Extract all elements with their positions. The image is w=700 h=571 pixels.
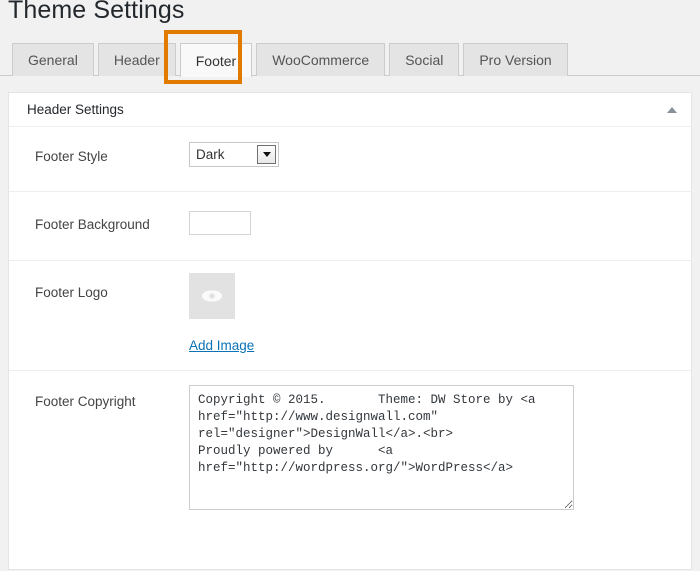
- tab-footer[interactable]: Footer: [179, 43, 253, 77]
- field-row-footer-copyright: Footer Copyright Copyright © 2015. Theme…: [9, 371, 691, 569]
- footer-background-input[interactable]: [189, 211, 251, 235]
- footer-background-field: [189, 192, 691, 235]
- footer-copyright-label: Footer Copyright: [35, 394, 136, 409]
- footer-style-label: Footer Style: [35, 149, 108, 164]
- tab-list: General Header Footer WooCommerce Social…: [0, 40, 700, 77]
- eye-icon: [202, 290, 222, 302]
- footer-style-value: Dark: [196, 147, 225, 162]
- tab-pro-version-label: Pro Version: [479, 52, 552, 68]
- tab-woocommerce-label: WooCommerce: [272, 52, 370, 68]
- tab-pro-version[interactable]: Pro Version: [463, 43, 568, 76]
- footer-logo-label: Footer Logo: [35, 285, 108, 300]
- settings-panel: Header Settings Footer Style Dark Footer…: [8, 92, 692, 570]
- add-image-link[interactable]: Add Image: [189, 338, 254, 353]
- footer-logo-preview[interactable]: [189, 273, 235, 319]
- footer-style-field: Dark: [189, 127, 691, 167]
- page-title: Theme Settings: [8, 0, 185, 24]
- footer-copyright-textarea[interactable]: Copyright © 2015. Theme: DW Store by <a …: [189, 385, 574, 510]
- panel-title: Header Settings: [27, 102, 124, 117]
- footer-copyright-field: Copyright © 2015. Theme: DW Store by <a …: [189, 371, 691, 510]
- chevron-down-icon[interactable]: [257, 145, 276, 164]
- panel-header[interactable]: Header Settings: [9, 93, 691, 127]
- field-row-footer-logo: Footer Logo Add Image: [9, 261, 691, 371]
- tab-social-label: Social: [405, 52, 444, 68]
- tab-bar: General Header Footer WooCommerce Social…: [0, 40, 700, 77]
- tab-social[interactable]: Social: [389, 43, 460, 76]
- tab-general[interactable]: General: [12, 43, 94, 76]
- footer-style-select[interactable]: Dark: [189, 142, 279, 167]
- tab-footer-label: Footer: [195, 53, 237, 69]
- field-row-footer-style: Footer Style Dark: [9, 127, 691, 192]
- tab-general-label: General: [28, 52, 78, 68]
- tab-header-label: Header: [113, 52, 160, 68]
- tab-woocommerce[interactable]: WooCommerce: [256, 43, 386, 76]
- triangle-up-icon[interactable]: [667, 106, 677, 113]
- footer-logo-field: Add Image: [189, 261, 691, 355]
- tab-header[interactable]: Header: [97, 43, 176, 76]
- field-row-footer-background: Footer Background: [9, 192, 691, 261]
- footer-background-label: Footer Background: [35, 217, 150, 232]
